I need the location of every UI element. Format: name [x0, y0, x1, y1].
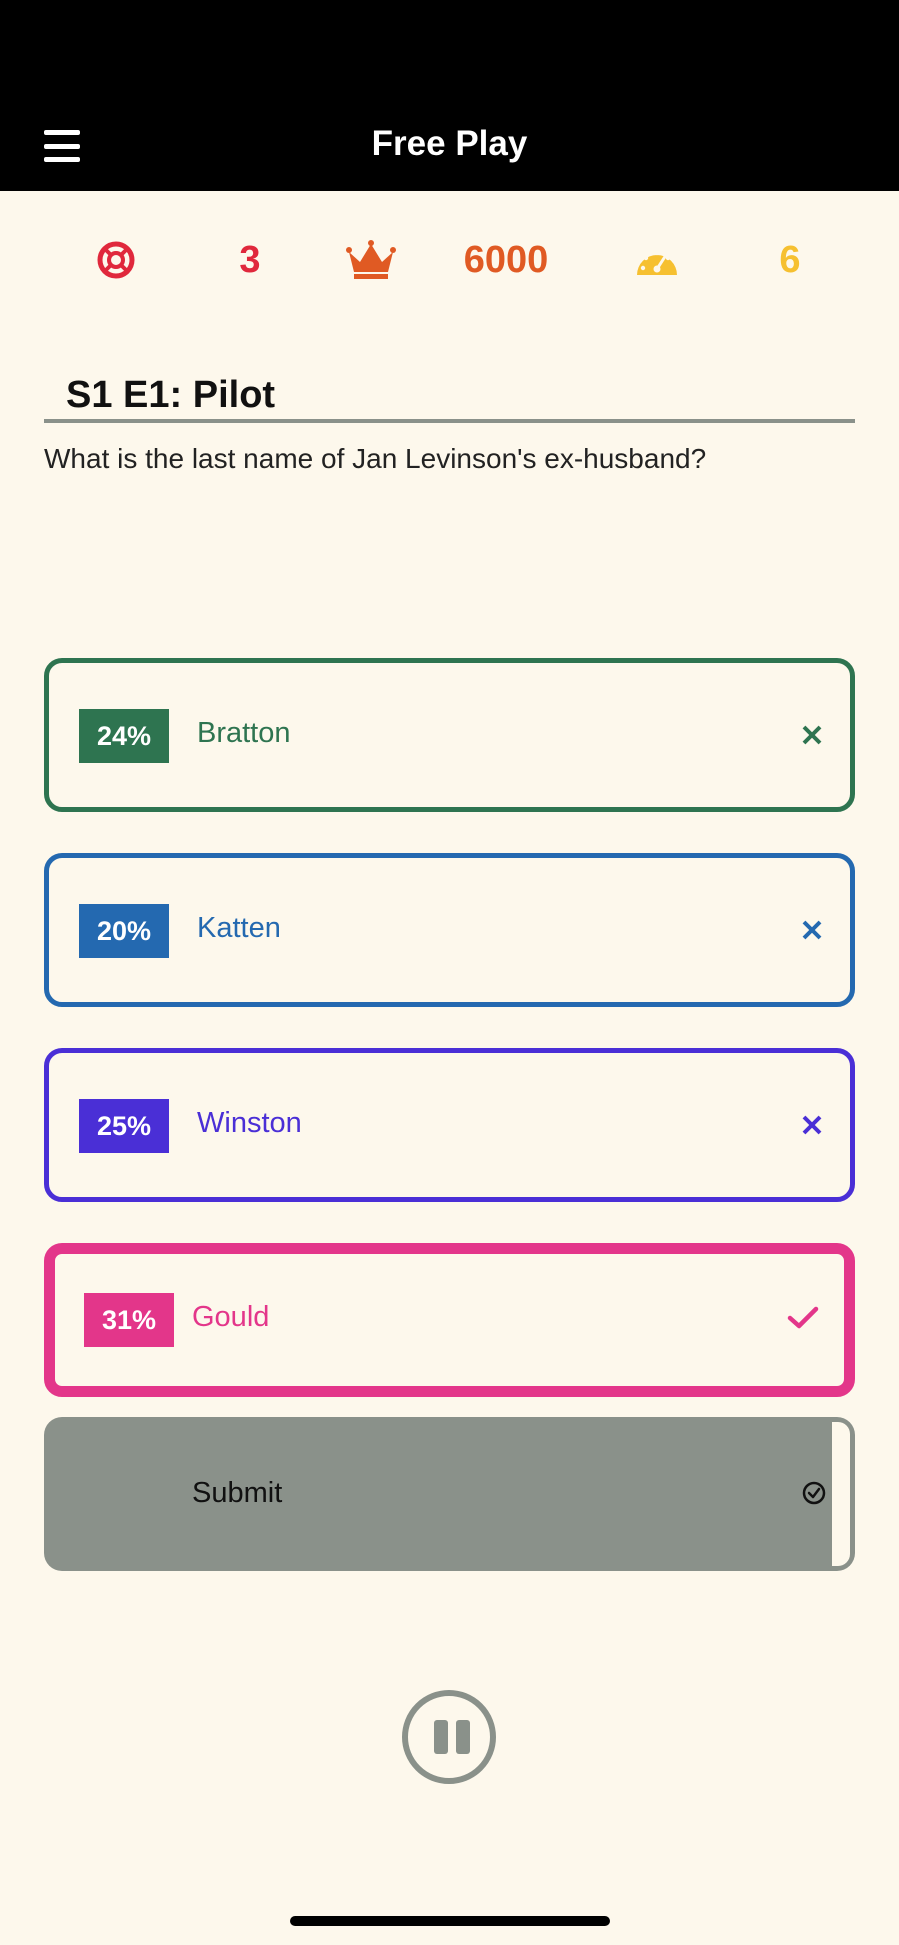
answer-option-bratton[interactable]: 24% Bratton [44, 658, 855, 812]
answer-percent: 25% [79, 1099, 169, 1153]
answer-text: Bratton [197, 717, 291, 749]
lifebuoy-icon [94, 225, 138, 295]
answer-text: Winston [197, 1107, 302, 1139]
speedometer-icon [632, 225, 682, 295]
x-icon [802, 920, 822, 940]
answer-percent: 20% [79, 904, 169, 958]
check-circle-icon [802, 1481, 826, 1505]
speed-value: 6 [779, 238, 801, 281]
episode-title: S1 E1: Pilot [66, 374, 276, 416]
checkmark-icon [787, 1306, 819, 1329]
answer-percent: 31% [84, 1293, 174, 1347]
stats-bar: 3 6000 6 [0, 225, 899, 295]
x-icon [802, 725, 822, 745]
top-bar: Free Play [0, 0, 899, 191]
answer-option-katten[interactable]: 20% Katten [44, 853, 855, 1007]
answer-percent: 24% [79, 709, 169, 763]
home-indicator[interactable] [290, 1916, 610, 1926]
pause-button[interactable] [402, 1690, 496, 1784]
submit-button[interactable]: Submit [44, 1417, 855, 1571]
divider [44, 419, 855, 423]
score-value: 6000 [463, 238, 549, 281]
answer-text: Katten [197, 912, 281, 944]
question-text: What is the last name of Jan Levinson's … [44, 443, 707, 474]
lifelines-count: 3 [239, 238, 261, 281]
crown-icon [344, 225, 398, 295]
pause-icon [434, 1720, 448, 1754]
answer-option-gould[interactable]: 31% Gould [44, 1243, 855, 1397]
answer-text: Gould [192, 1301, 270, 1333]
submit-label: Submit [192, 1477, 283, 1509]
page-title: Free Play [371, 124, 528, 163]
x-icon [802, 1115, 822, 1135]
answer-option-winston[interactable]: 25% Winston [44, 1048, 855, 1202]
